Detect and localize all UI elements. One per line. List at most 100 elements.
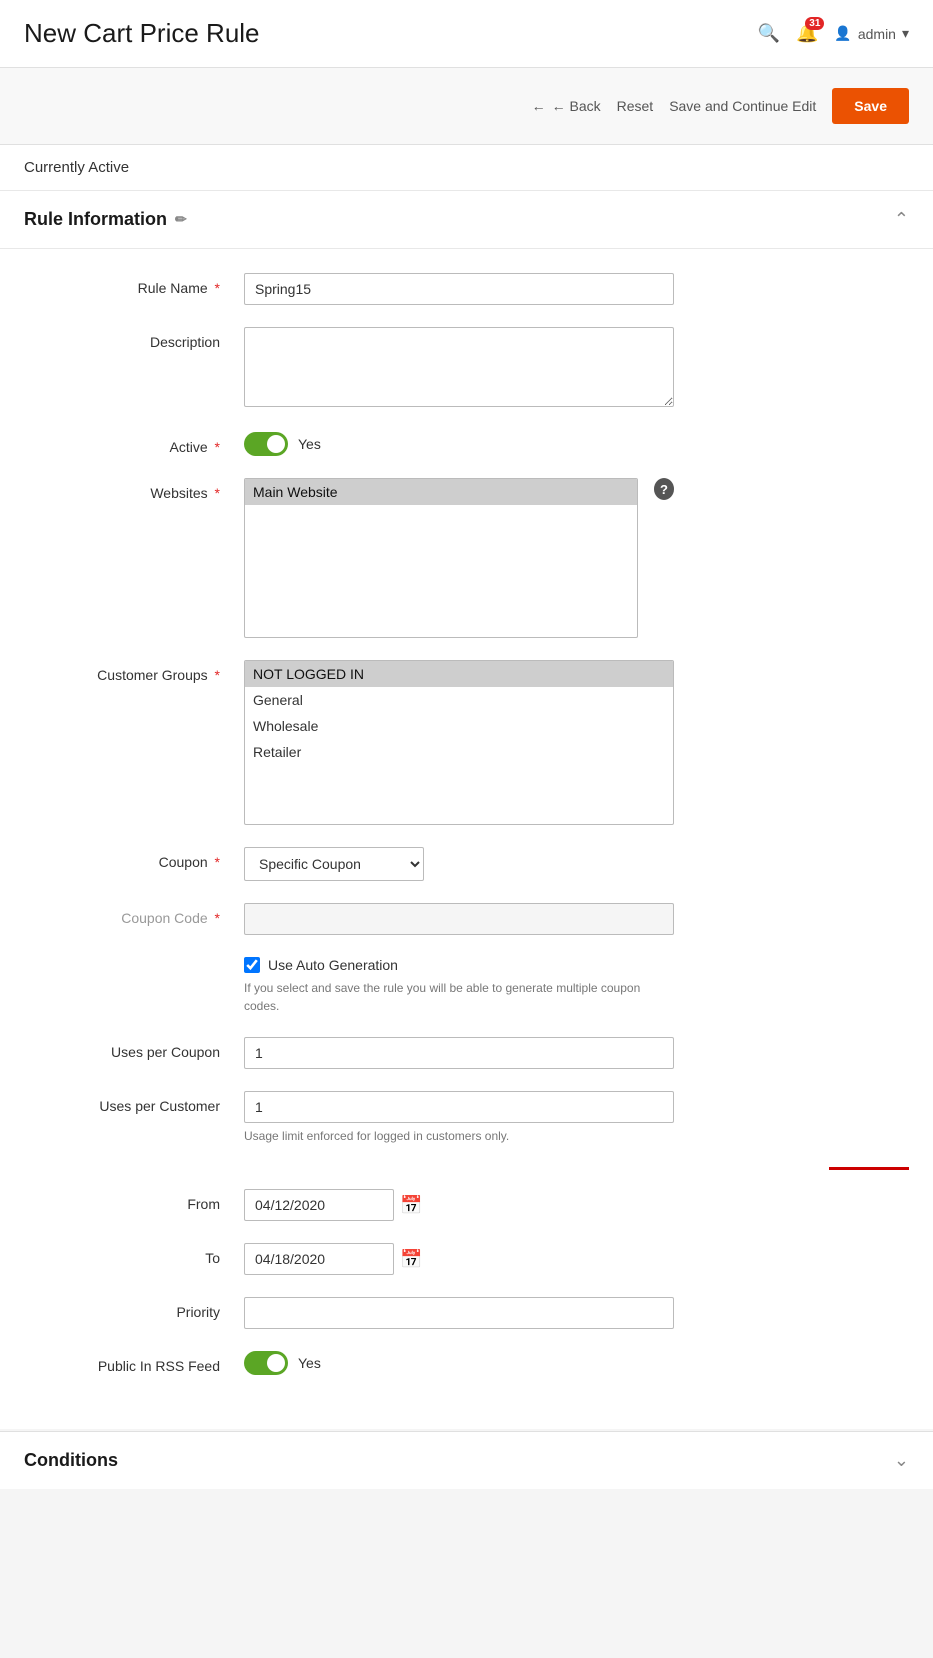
toolbar: ← ← Back Reset Save and Continue Edit Sa… xyxy=(0,68,933,145)
admin-label: admin xyxy=(858,26,896,42)
from-date-wrap: 📅 xyxy=(244,1189,674,1221)
active-toggle-label: Yes xyxy=(298,436,321,452)
reset-label: Reset xyxy=(617,98,654,114)
from-calendar-icon[interactable]: 📅 xyxy=(400,1195,422,1216)
priority-input[interactable] xyxy=(244,1297,674,1329)
uses-per-customer-field-wrap: Usage limit enforced for logged in custo… xyxy=(244,1091,674,1145)
group-option-not-logged-in: NOT LOGGED IN xyxy=(245,661,673,687)
from-label: From xyxy=(24,1189,244,1212)
coupon-code-label: Coupon Code * xyxy=(24,903,244,926)
websites-help-icon[interactable]: ? xyxy=(654,478,674,500)
red-divider-wrap xyxy=(24,1167,909,1171)
uses-per-coupon-input[interactable] xyxy=(244,1037,674,1069)
auto-generation-checkbox[interactable] xyxy=(244,957,260,973)
save-continue-button[interactable]: Save and Continue Edit xyxy=(669,98,816,114)
uses-per-customer-row: Uses per Customer Usage limit enforced f… xyxy=(24,1091,909,1145)
section-title: Rule Information xyxy=(24,209,167,230)
uses-per-coupon-row: Uses per Coupon xyxy=(24,1037,909,1069)
coupon-code-field-wrap xyxy=(244,903,674,935)
customer-groups-select[interactable]: NOT LOGGED IN General Wholesale Retailer xyxy=(244,660,674,825)
uses-per-customer-helper: Usage limit enforced for logged in custo… xyxy=(244,1127,674,1145)
uses-per-coupon-label: Uses per Coupon xyxy=(24,1037,244,1060)
rss-row: Public In RSS Feed Yes xyxy=(24,1351,909,1375)
customer-groups-label: Customer Groups * xyxy=(24,660,244,683)
from-field-wrap: 📅 xyxy=(244,1189,674,1221)
to-calendar-icon[interactable]: 📅 xyxy=(400,1249,422,1270)
collapse-icon[interactable]: ⌃ xyxy=(894,209,909,230)
section-title-wrap: Rule Information ✏ xyxy=(24,209,187,230)
rule-information-header[interactable]: Rule Information ✏ ⌃ xyxy=(0,191,933,249)
coupon-select[interactable]: No Coupon Specific Coupon Auto Generated xyxy=(244,847,424,881)
admin-menu[interactable]: 👤 admin ▾ xyxy=(834,25,909,42)
priority-field-wrap xyxy=(244,1297,674,1329)
coupon-code-row: Coupon Code * xyxy=(24,903,909,935)
websites-label: Websites * xyxy=(24,478,244,501)
notifications-button[interactable]: 🔔 31 xyxy=(796,23,818,44)
rule-name-field-wrap xyxy=(244,273,674,305)
rss-toggle[interactable] xyxy=(244,1351,288,1375)
uses-per-customer-input[interactable] xyxy=(244,1091,674,1123)
to-label: To xyxy=(24,1243,244,1266)
priority-label: Priority xyxy=(24,1297,244,1320)
toggle-slider xyxy=(244,432,288,456)
edit-icon[interactable]: ✏ xyxy=(175,211,187,228)
group-option-general: General xyxy=(245,687,673,713)
from-date-input[interactable] xyxy=(244,1189,394,1221)
conditions-title: Conditions xyxy=(24,1450,118,1471)
required-indicator: * xyxy=(215,910,220,926)
rule-name-label: Rule Name * xyxy=(24,273,244,296)
auto-generation-helper: If you select and save the rule you will… xyxy=(244,979,674,1015)
required-indicator: * xyxy=(215,439,220,455)
from-row: From 📅 xyxy=(24,1189,909,1221)
auto-generation-field-wrap: Use Auto Generation If you select and sa… xyxy=(244,957,674,1015)
save-continue-label: Save and Continue Edit xyxy=(669,98,816,114)
search-icon: 🔍 xyxy=(758,23,780,43)
page-header: New Cart Price Rule 🔍 🔔 31 👤 admin ▾ xyxy=(0,0,933,68)
header-icons: 🔍 🔔 31 👤 admin ▾ xyxy=(758,23,909,44)
website-option-main: Main Website xyxy=(245,479,637,505)
group-option-wholesale: Wholesale xyxy=(245,713,673,739)
websites-field-wrap: Main Website ? xyxy=(244,478,674,638)
group-option-retailer: Retailer xyxy=(245,739,673,765)
rss-toggle-wrap: Yes xyxy=(244,1351,674,1375)
status-label: Currently Active xyxy=(24,159,129,176)
auto-generation-row: Use Auto Generation If you select and sa… xyxy=(24,957,909,1015)
websites-row: Websites * Main Website ? xyxy=(24,478,909,638)
form-body: Rule Name * Description Active * xyxy=(0,249,933,1429)
coupon-row: Coupon * No Coupon Specific Coupon Auto … xyxy=(24,847,909,881)
rss-toggle-label: Yes xyxy=(298,1355,321,1371)
websites-select[interactable]: Main Website xyxy=(244,478,638,638)
customer-groups-field-wrap: NOT LOGGED IN General Wholesale Retailer xyxy=(244,660,674,825)
rss-label: Public In RSS Feed xyxy=(24,1351,244,1374)
auto-generation-label-spacer xyxy=(24,957,244,964)
description-field-wrap xyxy=(244,327,674,410)
back-icon: ← xyxy=(532,98,546,114)
status-bar: Currently Active xyxy=(0,145,933,191)
to-row: To 📅 xyxy=(24,1243,909,1275)
description-input[interactable] xyxy=(244,327,674,407)
red-divider xyxy=(829,1167,909,1170)
priority-row: Priority xyxy=(24,1297,909,1329)
rss-field-wrap: Yes xyxy=(244,1351,674,1375)
conditions-collapse-icon[interactable]: ⌄ xyxy=(894,1450,909,1471)
active-toggle-wrap: Yes xyxy=(244,432,674,456)
required-indicator: * xyxy=(215,485,220,501)
back-button[interactable]: ← ← Back xyxy=(532,98,601,114)
coupon-code-input[interactable] xyxy=(244,903,674,935)
customer-groups-row: Customer Groups * NOT LOGGED IN General … xyxy=(24,660,909,825)
save-button[interactable]: Save xyxy=(832,88,909,124)
reset-button[interactable]: Reset xyxy=(617,98,654,114)
coupon-label: Coupon * xyxy=(24,847,244,870)
required-indicator: * xyxy=(215,667,220,683)
uses-per-customer-label: Uses per Customer xyxy=(24,1091,244,1114)
rule-information-section: Rule Information ✏ ⌃ Rule Name * Descrip… xyxy=(0,191,933,1429)
required-indicator: * xyxy=(215,280,220,296)
active-label: Active * xyxy=(24,432,244,455)
to-date-input[interactable] xyxy=(244,1243,394,1275)
rss-toggle-slider xyxy=(244,1351,288,1375)
user-icon: 👤 xyxy=(834,25,851,42)
search-button[interactable]: 🔍 xyxy=(758,23,780,44)
active-toggle[interactable] xyxy=(244,432,288,456)
conditions-header[interactable]: Conditions ⌄ xyxy=(0,1432,933,1489)
rule-name-input[interactable] xyxy=(244,273,674,305)
